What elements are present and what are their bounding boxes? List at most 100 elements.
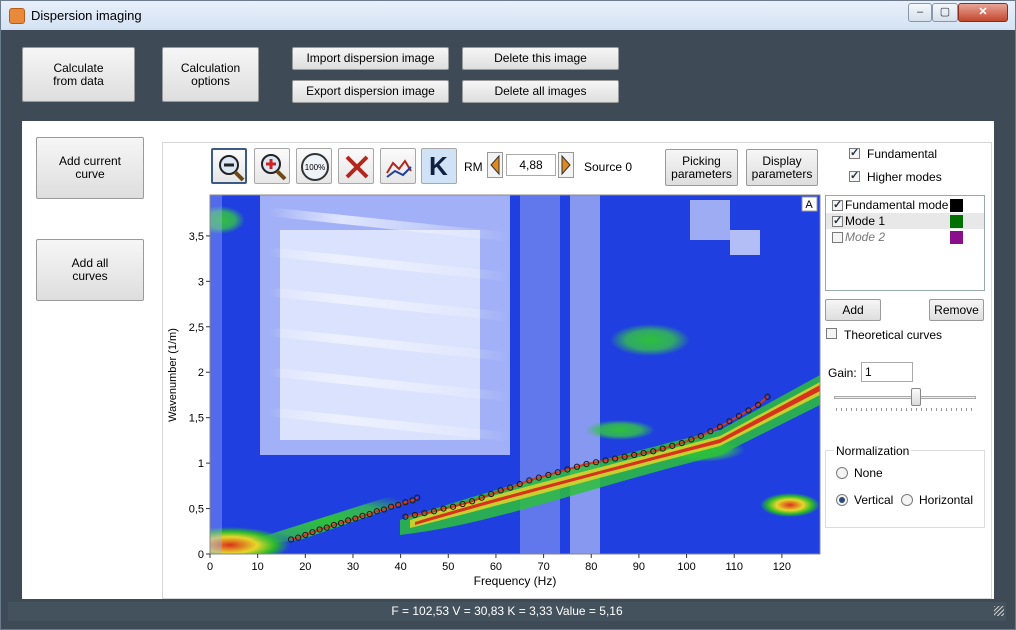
fundamental-checkbox[interactable] (849, 146, 860, 159)
mode-color-swatch[interactable] (950, 215, 963, 228)
x-tick-label: 120 (773, 561, 791, 573)
gain-slider[interactable] (834, 388, 976, 411)
zoom-in-icon (261, 154, 287, 181)
higher-modes-label: Higher modes (867, 170, 942, 184)
x-tick-label: 70 (537, 561, 549, 573)
normalization-horizontal-radio[interactable] (901, 494, 913, 506)
x-tick-label: 20 (299, 561, 311, 573)
status-bar: F = 102,53 V = 30,83 K = 3,33 Value = 5,… (8, 602, 1006, 621)
normalization-group (825, 450, 985, 528)
x-tick-label: 100 (677, 561, 695, 573)
theoretical-curves-label: Theoretical curves (844, 328, 943, 342)
x-tick-label: 10 (252, 561, 264, 573)
calculate-from-data-button[interactable]: Calculate from data (22, 47, 135, 102)
remove-mode-button[interactable]: Remove (929, 299, 984, 321)
zoom-100-tool[interactable]: 100% (296, 148, 332, 184)
normalization-vertical-radio[interactable] (836, 494, 848, 506)
x-tick-label: 80 (585, 561, 597, 573)
zoom-out-tool[interactable] (211, 148, 247, 184)
add-mode-button[interactable]: Add (825, 299, 881, 321)
x-tick-label: 40 (395, 561, 407, 573)
mode-label: Mode 1 (845, 214, 886, 228)
mode-label: Mode 2 (845, 230, 886, 244)
mode-color-swatch[interactable] (950, 231, 963, 244)
delete-all-images-button[interactable]: Delete all images (462, 80, 619, 103)
mode-list-item[interactable]: Fundamental mode (826, 197, 984, 213)
slider-thumb[interactable] (910, 388, 921, 406)
curve-icon (386, 159, 412, 178)
calculation-options-button[interactable]: Calculation options (162, 47, 259, 102)
app-icon (9, 8, 25, 24)
close-button[interactable]: ✕ (958, 3, 1008, 22)
window-title: Dispersion imaging (31, 8, 142, 23)
mode-checkbox[interactable] (832, 214, 843, 227)
mode-list-item[interactable]: Mode 2 (826, 229, 984, 245)
fundamental-label: Fundamental (867, 147, 938, 161)
y-tick-label: 2 (198, 367, 204, 379)
k-label: K (429, 151, 448, 181)
higher-modes-checkbox[interactable] (849, 169, 860, 182)
zoom-in-tool[interactable] (254, 148, 290, 184)
normalization-horizontal-label: Horizontal (919, 493, 974, 507)
mode-label: Fundamental mode (845, 198, 949, 212)
mode-list[interactable]: Fundamental mode Mode 1 Mode 2 (825, 195, 985, 291)
x-tick-label: 0 (207, 561, 213, 573)
picking-parameters-button[interactable]: Picking parameters (665, 149, 738, 186)
add-current-curve-button[interactable]: Add current curve (36, 137, 144, 199)
y-tick-label: 1 (198, 458, 204, 470)
y-tick-label: 3 (198, 276, 204, 288)
normalization-none-label: None (854, 466, 883, 480)
mode-list-item[interactable]: Mode 1 (826, 213, 984, 229)
x-axis-label: Frequency (Hz) (474, 574, 557, 588)
slider-ticks (836, 408, 974, 411)
x-tick-label: 60 (490, 561, 502, 573)
arrow-left-icon (490, 154, 500, 176)
mode-color-swatch[interactable] (950, 199, 963, 212)
y-tick-label: 0,5 (189, 504, 204, 516)
x-tick-label: 50 (442, 561, 454, 573)
import-dispersion-image-button[interactable]: Import dispersion image (292, 47, 449, 70)
gain-label: Gain: (828, 366, 857, 380)
normalization-title: Normalization (834, 444, 912, 458)
dispersion-plot[interactable]: 0 10 20 30 40 50 60 70 80 90 100 110 120 0 0,5 1 1,5 2 2,… (160, 190, 825, 592)
display-parameters-button[interactable]: Display parameters (746, 149, 818, 186)
plot-corner-label: A (805, 199, 813, 211)
dispersion-image (210, 195, 820, 554)
normalization-none-radio[interactable] (836, 467, 848, 479)
zoom-out-icon (219, 155, 245, 182)
x-tick-label: 30 (347, 561, 359, 573)
delete-cross-icon (345, 155, 369, 179)
rm-decrement-button[interactable] (487, 152, 503, 178)
delete-this-image-button[interactable]: Delete this image (462, 47, 619, 70)
gain-input[interactable]: 1 (861, 362, 913, 382)
y-tick-label: 0 (198, 549, 204, 561)
x-tick-label: 90 (633, 561, 645, 573)
resize-grip-icon[interactable] (994, 606, 1004, 616)
theoretical-curves-checkbox[interactable] (826, 328, 837, 339)
y-tick-label: 3,5 (189, 231, 204, 243)
y-tick-label: 2,5 (189, 322, 204, 334)
x-axis-ticks: 0 10 20 30 40 50 60 70 80 90 100 110 120 (207, 554, 791, 573)
clear-curve-tool[interactable] (338, 148, 374, 184)
slider-track (834, 396, 976, 399)
rm-increment-button[interactable] (558, 152, 574, 178)
export-dispersion-image-button[interactable]: Export dispersion image (292, 80, 449, 103)
title-bar: Dispersion imaging – ▢ ✕ (1, 1, 1015, 30)
rm-value-field[interactable]: 4,88 (506, 154, 556, 176)
mode-checkbox[interactable] (832, 198, 843, 211)
y-axis-label: Wavenumber (1/m) (167, 328, 179, 422)
zoom-100-text: 100% (305, 163, 325, 172)
draw-curve-tool[interactable] (380, 148, 416, 184)
k-mode-tool[interactable]: K (421, 148, 457, 184)
source-label: Source 0 (584, 160, 633, 174)
x-tick-label: 110 (725, 561, 743, 573)
maximize-button[interactable]: ▢ (932, 3, 958, 22)
rm-label: RM (464, 160, 483, 174)
normalization-vertical-label: Vertical (854, 493, 894, 507)
y-axis-ticks: 0 0,5 1 1,5 2 2,5 3 3,5 (189, 231, 210, 561)
mode-checkbox[interactable] (832, 232, 843, 243)
arrow-right-icon (561, 154, 571, 176)
minimize-button[interactable]: – (908, 3, 932, 22)
y-tick-label: 1,5 (189, 413, 204, 425)
add-all-curves-button[interactable]: Add all curves (36, 239, 144, 301)
